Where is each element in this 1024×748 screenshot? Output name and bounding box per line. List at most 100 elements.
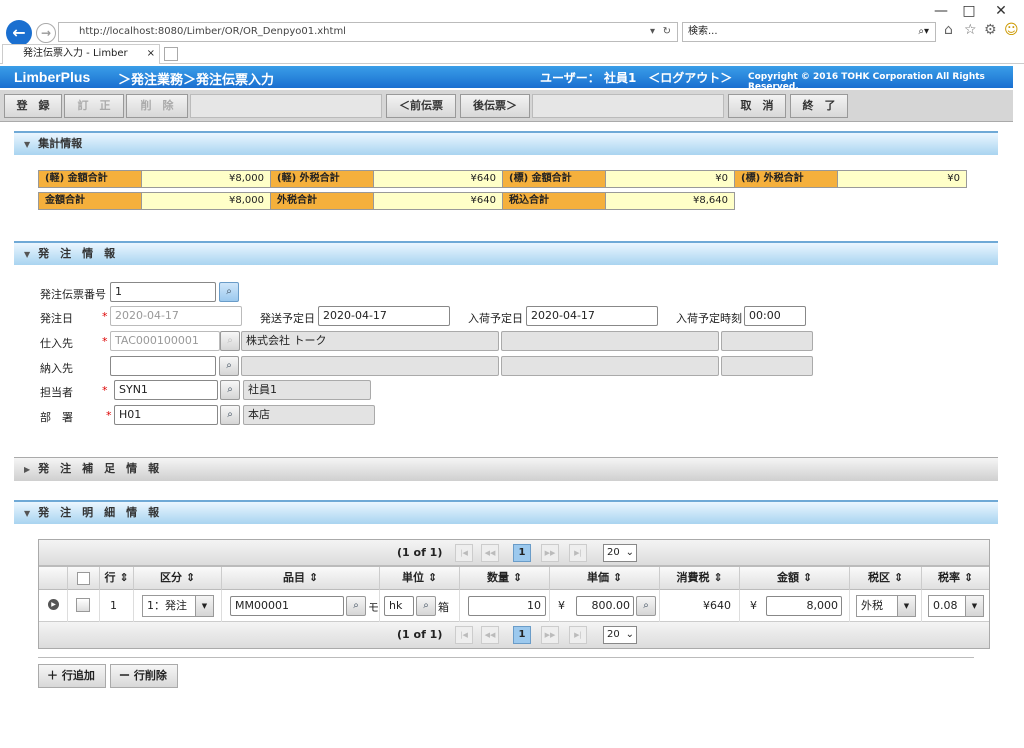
col-header-tax[interactable]: 消費税 ⇕ — [659, 567, 739, 590]
order-section-header[interactable]: ▼ 発 注 情 報 — [14, 241, 998, 265]
toolbar-spacer — [190, 94, 382, 118]
denpyo-no-input[interactable]: 1 — [110, 282, 216, 302]
delete-row-button[interactable]: ー 行削除 — [110, 664, 178, 688]
home-icon[interactable]: ⌂ — [944, 22, 953, 38]
staff-name: 社員1 — [243, 380, 371, 400]
kubun-select[interactable]: 1：発注 ▼ — [142, 595, 214, 617]
last-page-icon[interactable]: ▶| — [569, 626, 587, 644]
delivery-name — [241, 356, 499, 376]
supplement-section-header[interactable]: ▶ 発 注 補 足 情 報 — [14, 457, 998, 481]
search-icon[interactable]: ⌕▾ — [918, 23, 929, 41]
close-icon[interactable]: ✕ — [986, 2, 1016, 20]
address-bar[interactable]: http://localhost:8080/Limber/OR/OR_Denpy… — [58, 22, 678, 42]
browser-tab[interactable]: 発注伝票入力 - Limber × — [2, 44, 160, 64]
first-page-icon[interactable]: |◀ — [455, 544, 473, 562]
first-page-icon[interactable]: |◀ — [455, 626, 473, 644]
rows-per-page-select[interactable]: 20 ⌄ — [603, 544, 637, 562]
tax-kubun-select[interactable]: 外税 ▼ — [856, 595, 916, 617]
select-all-checkbox[interactable] — [77, 571, 90, 585]
page-text: (1 of 1) — [397, 628, 443, 641]
col-header-tax-rate[interactable]: 税率 ⇕ — [921, 567, 989, 590]
dropdown-icon[interactable]: ▾ — [650, 23, 655, 41]
page-number-button[interactable]: 1 — [513, 626, 531, 644]
supplier-extra-1 — [501, 331, 719, 351]
col-header-line[interactable]: 行 ⇕ — [99, 567, 133, 590]
row-expand-icon[interactable]: ▶ — [48, 599, 59, 610]
ship-date-input[interactable]: 2020-04-17 — [318, 306, 450, 326]
staff-search-icon[interactable]: ⌕ — [220, 380, 240, 400]
search-input[interactable]: 検索... ⌕▾ — [682, 22, 936, 42]
tax-rate-select[interactable]: 0.08 ▼ — [928, 595, 984, 617]
currency-symbol: ¥ — [750, 599, 757, 612]
amount-input[interactable]: 8,000 — [766, 596, 842, 616]
dept-search-icon[interactable]: ⌕ — [220, 405, 240, 425]
qty-input[interactable]: 10 — [468, 596, 546, 616]
prev-page-icon[interactable]: ◀◀ — [481, 626, 499, 644]
delivery-code-input[interactable] — [110, 356, 216, 376]
denpyo-search-icon[interactable]: ⌕ — [219, 282, 239, 302]
add-row-button[interactable]: ＋ 行追加 — [38, 664, 106, 688]
col-header-price[interactable]: 単価 ⇕ — [549, 567, 659, 590]
sort-icon: ⇕ — [963, 571, 974, 584]
prev-denpyo-button[interactable]: ＜前伝票 — [386, 94, 456, 118]
arrival-date-input[interactable]: 2020-04-17 — [526, 306, 658, 326]
staff-code-input[interactable]: SYN1 — [114, 380, 218, 400]
new-tab-icon[interactable] — [164, 47, 178, 61]
detail-section-header[interactable]: ▼ 発 注 明 細 情 報 — [14, 500, 998, 524]
item-code-input[interactable]: MM00001 — [230, 596, 344, 616]
unit-code-input[interactable]: hk — [384, 596, 414, 616]
unit-search-icon[interactable]: ⌕ — [416, 596, 436, 616]
next-page-icon[interactable]: ▶▶ — [541, 626, 559, 644]
supplier-search-icon[interactable]: ⌕ — [220, 331, 240, 351]
settings-gear-icon[interactable]: ⚙ — [984, 22, 997, 38]
rows-per-page-select[interactable]: 20 ⌄ — [603, 626, 637, 644]
col-label: 消費税 — [676, 571, 710, 584]
col-header-qty[interactable]: 数量 ⇕ — [459, 567, 549, 590]
detail-grid: (1 of 1) |◀ ◀◀ 1 ▶▶ ▶| 20 ⌄ 行 ⇕ 区分 ⇕ 品目 ⇕… — [38, 539, 990, 649]
last-page-icon[interactable]: ▶| — [569, 544, 587, 562]
cancel-button[interactable]: 取 消 — [728, 94, 786, 118]
arrival-time-input[interactable]: 00:00 — [744, 306, 806, 326]
maximize-icon[interactable]: □ — [954, 2, 984, 20]
summary-label: 金額合計 — [38, 192, 142, 210]
refresh-icon[interactable]: ↻ — [663, 23, 671, 41]
price-search-icon[interactable]: ⌕ — [636, 596, 656, 616]
next-denpyo-button[interactable]: 後伝票＞ — [460, 94, 530, 118]
item-search-icon[interactable]: ⌕ — [346, 596, 366, 616]
dept-code-input[interactable]: H01 — [114, 405, 218, 425]
summary-section-header[interactable]: ▼ 集計情報 — [14, 131, 998, 155]
summary-value: ¥8,640 — [605, 192, 735, 210]
price-input[interactable]: 800.00 — [576, 596, 634, 616]
tab-close-icon[interactable]: × — [147, 45, 155, 63]
line-cell: 1 — [99, 590, 133, 622]
select-all-header — [67, 567, 99, 590]
col-header-kubun[interactable]: 区分 ⇕ — [133, 567, 221, 590]
order-date-field[interactable]: 2020-04-17 — [110, 306, 242, 326]
minimize-icon[interactable]: — — [926, 2, 956, 20]
row-checkbox[interactable] — [76, 598, 90, 612]
rows-per-page-value: 20 — [607, 629, 620, 640]
correct-button[interactable]: 訂 正 — [64, 94, 124, 118]
unit-name: 箱 — [438, 601, 449, 614]
col-label: 金額 — [776, 571, 799, 584]
next-page-icon[interactable]: ▶▶ — [541, 544, 559, 562]
summary-label: (標) 金額合計 — [502, 170, 606, 188]
page-number-button[interactable]: 1 — [513, 544, 531, 562]
arrival-time-label: 入荷予定時刻 — [676, 312, 742, 325]
table-row[interactable]: ▶ 1 1：発注 ▼ MM00001 ⌕ モ hk ⌕ 箱 10 ¥ 800.00… — [39, 590, 989, 622]
delivery-search-icon[interactable]: ⌕ — [219, 356, 239, 376]
smiley-icon[interactable]: ☺ — [1004, 22, 1019, 38]
exit-button[interactable]: 終 了 — [790, 94, 848, 118]
user-logout-link[interactable]: ユーザー： 社員1 ＜ログアウト＞ — [540, 69, 732, 86]
col-header-item[interactable]: 品目 ⇕ — [221, 567, 379, 590]
col-header-unit[interactable]: 単位 ⇕ — [379, 567, 459, 590]
favorites-star-icon[interactable]: ☆ — [964, 22, 977, 38]
col-header-tax-kubun[interactable]: 税区 ⇕ — [849, 567, 921, 590]
col-header-amount[interactable]: 金額 ⇕ — [739, 567, 849, 590]
supplier-code-field[interactable]: TAC000100001 — [110, 331, 220, 351]
prev-page-icon[interactable]: ◀◀ — [481, 544, 499, 562]
forward-icon[interactable]: → — [36, 23, 56, 43]
back-icon[interactable]: ← — [6, 20, 32, 46]
register-button[interactable]: 登 録 — [4, 94, 62, 118]
delete-button[interactable]: 削 除 — [126, 94, 188, 118]
